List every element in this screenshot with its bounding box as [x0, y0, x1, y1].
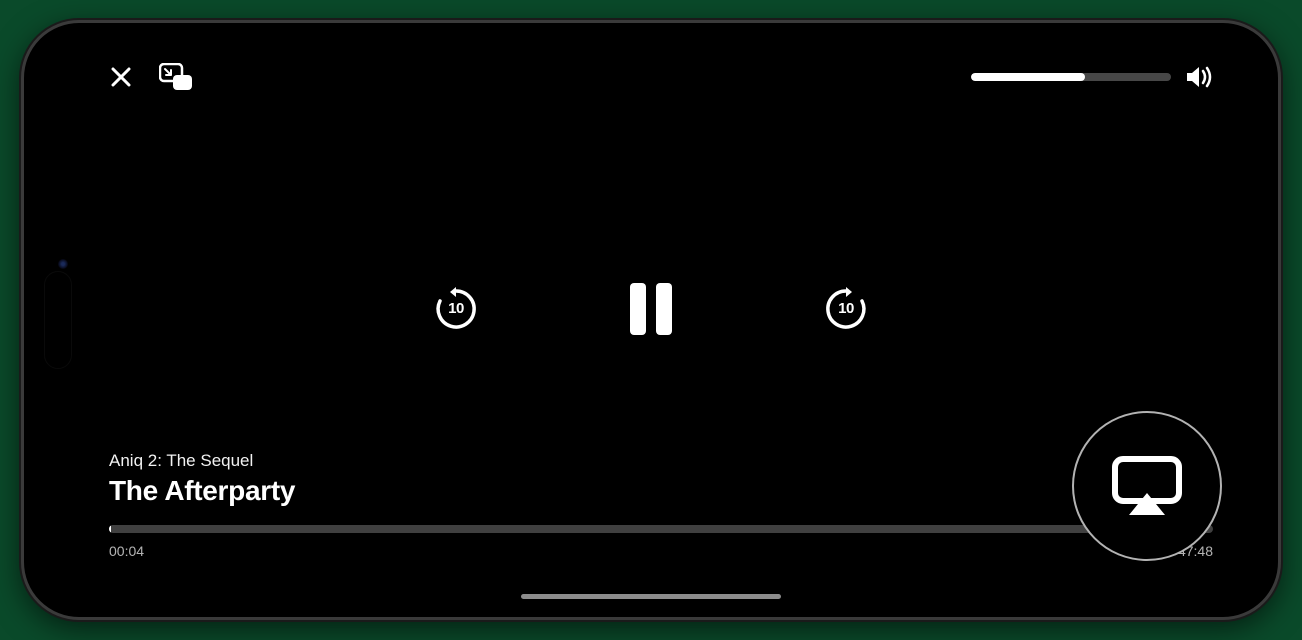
bottom-info: Aniq 2: The Sequel The Afterparty 00:04 …	[109, 451, 1213, 559]
hardware-button	[424, 617, 594, 620]
picture-in-picture-button[interactable]	[159, 63, 193, 91]
close-button[interactable]	[109, 65, 133, 89]
speaker-button[interactable]	[1185, 65, 1213, 89]
playback-controls: 10 10	[432, 283, 870, 335]
elapsed-time: 00:04	[109, 543, 144, 559]
pause-icon	[630, 283, 646, 335]
skip-back-button[interactable]: 10	[432, 285, 480, 333]
volume-control	[971, 65, 1213, 89]
iphone-frame: 10 10 Aniq 2: The Sequel The Afterparty	[21, 20, 1281, 620]
airplay-button[interactable]	[1072, 411, 1222, 561]
dynamic-island	[44, 271, 72, 369]
close-icon	[109, 65, 133, 89]
airplay-icon	[1111, 455, 1183, 517]
volume-slider[interactable]	[971, 73, 1171, 81]
picture-in-picture-icon	[159, 63, 193, 91]
scrubber-fill	[109, 525, 111, 533]
top-left-controls	[109, 63, 193, 91]
scrubber[interactable]	[109, 525, 1213, 533]
show-title: The Afterparty	[109, 475, 1213, 507]
volume-fill	[971, 73, 1085, 81]
home-indicator[interactable]	[521, 594, 781, 599]
pause-icon	[656, 283, 672, 335]
hardware-button	[514, 20, 624, 23]
time-row: 00:04 −47:48	[109, 543, 1213, 559]
speaker-icon	[1185, 65, 1213, 89]
pause-button[interactable]	[630, 283, 672, 335]
front-camera	[58, 259, 68, 269]
skip-forward-button[interactable]: 10	[822, 285, 870, 333]
top-bar	[109, 63, 1213, 91]
hardware-button	[384, 20, 494, 23]
episode-title: Aniq 2: The Sequel	[109, 451, 1213, 471]
skip-back-seconds: 10	[432, 285, 480, 333]
hardware-button	[284, 20, 344, 23]
skip-forward-seconds: 10	[822, 285, 870, 333]
video-player-screen: 10 10 Aniq 2: The Sequel The Afterparty	[34, 33, 1268, 607]
